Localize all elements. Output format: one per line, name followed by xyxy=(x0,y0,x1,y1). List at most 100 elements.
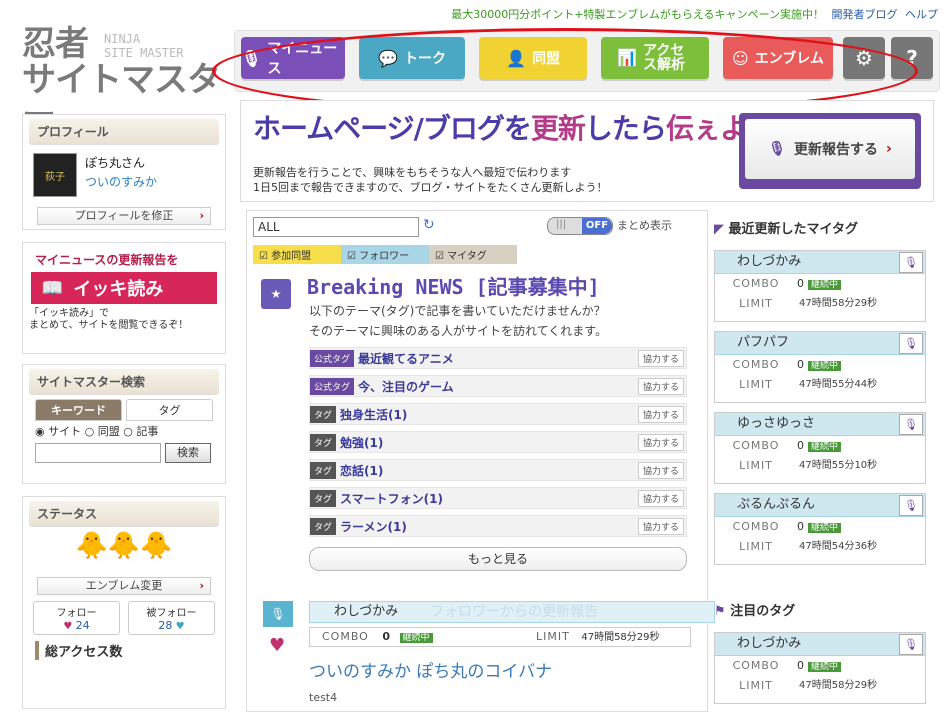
focus-tags-header: ⚑ 注目のタグ xyxy=(714,600,924,622)
combo-label: COMBO xyxy=(322,630,369,643)
banner-title-c: したら xyxy=(584,112,667,145)
radio-site[interactable]: ◉ サイト xyxy=(35,425,81,438)
banner-sub1: 更新報告を行うことで、興味をもちそうな人へ最短で伝わります xyxy=(253,166,572,179)
update-banner: ホームページ/ブログを更新したら伝ぇよう 更新報告を行うことで、興味をもちそうな… xyxy=(240,100,934,202)
campaign-link[interactable]: 最大30000円分ポイント+特製エンブレムがもらえるキャンペーン実施中！ xyxy=(451,8,824,21)
toggle-on: ||| xyxy=(556,219,567,230)
continuing-badge: 継続中 xyxy=(808,442,842,452)
chick-emblem-image: 🐥🐥🐥 xyxy=(75,531,173,561)
ikki-read-button[interactable]: 📖 イッキ読み xyxy=(31,272,217,304)
chip-followers[interactable]: ☑ フォロワー xyxy=(341,245,429,264)
tab-tag[interactable]: タグ xyxy=(126,399,213,421)
toggle-off: OFF xyxy=(582,218,612,234)
combo-value: 0 xyxy=(797,358,804,371)
banner-sub2: 1日5回まで報告できますので、ブログ・サイトをたくさん更新しよう！ xyxy=(253,181,608,194)
flag-icon: ⚑ xyxy=(714,604,726,619)
profile-site-link[interactable]: ついのすみか xyxy=(85,173,157,190)
tag-row[interactable]: 公式タグ 最近観てるアニメ 協力する xyxy=(309,347,687,369)
heart-icon[interactable]: ♥ xyxy=(269,635,285,656)
contribute-button[interactable]: 協力する xyxy=(637,461,684,479)
refresh-icon[interactable]: ↻ xyxy=(423,217,435,233)
continuing-badge: 継続中 xyxy=(808,280,842,290)
tag-row[interactable]: タグ 勉強(1) 協力する xyxy=(309,431,687,453)
contribute-button[interactable]: 協力する xyxy=(637,377,684,395)
mic-icon[interactable]: 🎙 xyxy=(899,634,923,655)
contribute-button[interactable]: 協力する xyxy=(637,489,684,507)
radio-alliance[interactable]: ○ 同盟 xyxy=(85,425,120,438)
feed-item-tag-name: わしづかみ xyxy=(334,604,399,619)
contribute-button[interactable]: 協力する xyxy=(637,433,684,451)
combo-label: COMBO xyxy=(732,439,780,452)
profile-header: プロフィール xyxy=(29,119,219,145)
recent-mytags-title: 最近更新したマイタグ xyxy=(728,222,859,237)
tag-name: パフパフ xyxy=(737,335,790,350)
mic-icon[interactable]: 🎙 xyxy=(899,333,923,354)
contribute-button[interactable]: 協力する xyxy=(637,517,684,535)
ikki-title: マイニュースの更新報告を xyxy=(35,253,179,267)
mic-icon: 🎙 xyxy=(263,601,293,627)
edit-profile-button[interactable]: プロフィールを修正 xyxy=(37,207,211,225)
tag-row[interactable]: タグ スマートフォン(1) 協力する xyxy=(309,487,687,509)
search-input[interactable] xyxy=(35,443,161,463)
banner-subtitle: 更新報告を行うことで、興味をもちそうな人へ最短で伝わります 1日5回まで報告でき… xyxy=(253,165,608,195)
heart-icon: ♥ xyxy=(63,621,73,632)
ikki-note: 「イッキ読み」で まとめて、サイトを閲覧できるぞ！ xyxy=(29,308,219,332)
combo-label: COMBO xyxy=(732,277,780,290)
tag-row[interactable]: タグ 恋話(1) 協力する xyxy=(309,459,687,481)
tag-card: ぷるんぷるん 🎙 COMBO 0 継続中 LIMIT 47時間54分36秒 xyxy=(714,493,926,565)
mic-icon[interactable]: 🎙 xyxy=(899,495,923,516)
feed-item-tag[interactable]: わしづかみ フォロワーからの更新報告 xyxy=(309,601,715,623)
logo-en: NINJA SITE MASTER xyxy=(104,32,183,60)
chip-alliance[interactable]: ☑ 参加同盟 xyxy=(253,245,341,264)
tag-row[interactable]: タグ 独身生活(1) 協力する xyxy=(309,403,687,425)
limit-label: LIMIT xyxy=(739,459,773,472)
tag-text: スマートフォン(1) xyxy=(340,491,443,506)
combo-label: COMBO xyxy=(732,659,780,672)
chip-my-tags[interactable]: ☑ マイタグ xyxy=(429,245,517,264)
radio-article[interactable]: ○ 記事 xyxy=(123,425,158,438)
tag-text: 独身生活(1) xyxy=(340,407,408,422)
limit-value: 47時間55分10秒 xyxy=(799,460,878,471)
combo-label: COMBO xyxy=(732,358,780,371)
report-update-button[interactable]: 🎙 更新報告する › xyxy=(739,113,921,189)
tag-card-name[interactable]: ゆっさゆっさ 🎙 xyxy=(715,413,925,436)
tag-card-name[interactable]: パフパフ 🎙 xyxy=(715,332,925,355)
tag-name: ゆっさゆっさ xyxy=(737,416,816,431)
tab-keyword[interactable]: キーワード xyxy=(35,399,122,421)
avatar[interactable]: 荻子 xyxy=(33,153,77,197)
contribute-button[interactable]: 協力する xyxy=(637,349,684,367)
book-icon: 📖 xyxy=(41,277,64,299)
tag-card-name[interactable]: わしづかみ 🎙 xyxy=(715,633,925,656)
tag-flag-icon: ◤ xyxy=(714,222,724,237)
combo-value: 0 xyxy=(797,439,804,452)
feed-item-title[interactable]: ついのすみか ぽち丸のコイバナ xyxy=(309,657,552,682)
search-button[interactable]: 検索 xyxy=(165,443,211,463)
tag-badge: タグ xyxy=(310,489,337,507)
dev-blog-link[interactable]: 開発者ブログ xyxy=(832,8,898,21)
tag-row[interactable]: 公式タグ 今、注目のゲーム 協力する xyxy=(309,375,687,397)
following-box[interactable]: フォロー ♥ 24 xyxy=(33,601,120,635)
site-logo[interactable]: 忍者 サイトマスター NINJA SITE MASTER xyxy=(22,26,222,134)
tag-text: ラーメン(1) xyxy=(340,519,407,534)
tag-card-name[interactable]: ぷるんぷるん 🎙 xyxy=(715,494,925,517)
recent-mytags-header: ◤ 最近更新したマイタグ xyxy=(714,218,924,240)
contribute-button[interactable]: 協力する xyxy=(637,405,684,423)
tag-card-name[interactable]: わしづかみ 🎙 xyxy=(715,251,925,274)
tag-badge: タグ xyxy=(310,517,337,535)
ikki-box: マイニュースの更新報告を 📖 イッキ読み 「イッキ読み」で まとめて、サイトを閲… xyxy=(22,242,226,354)
mic-icon[interactable]: 🎙 xyxy=(899,414,923,435)
continuing-badge: 継続中 xyxy=(808,662,842,672)
combo-label: COMBO xyxy=(732,520,780,533)
collapse-toggle[interactable]: ||| OFF xyxy=(547,217,613,235)
help-link[interactable]: ヘルプ xyxy=(905,8,938,21)
followers-box[interactable]: 被フォロー 28 ♥ xyxy=(128,601,215,635)
feed-filter-select[interactable]: ALL xyxy=(253,217,419,237)
followers-label: 被フォロー xyxy=(146,608,197,619)
banner-title: ホームページ/ブログを更新したら伝ぇよう xyxy=(253,107,775,147)
tag-row[interactable]: タグ ラーメン(1) 協力する xyxy=(309,515,687,537)
mic-icon[interactable]: 🎙 xyxy=(899,252,923,273)
tag-name: わしづかみ xyxy=(737,254,802,269)
show-more-button[interactable]: もっと見る xyxy=(309,547,687,571)
change-emblem-button[interactable]: エンブレム変更 xyxy=(37,577,211,595)
search-scope: ◉ サイト ○ 同盟 ○ 記事 xyxy=(35,423,213,439)
